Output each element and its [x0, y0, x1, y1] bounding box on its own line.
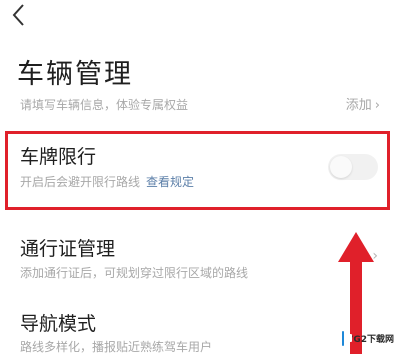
plate-limit-description: 开启后会避开限行路线 查看规定	[20, 173, 194, 190]
vehicle-info-hint: 请填写车辆信息，体验专属权益	[20, 98, 189, 112]
navigation-mode-description: 路线多样化，播报贴近熟练驾车用户	[20, 340, 213, 354]
view-rules-link[interactable]: 查看规定	[146, 175, 194, 189]
chevron-right-icon: ›	[374, 98, 380, 113]
add-vehicle-label[interactable]: 添加	[346, 98, 372, 113]
plate-limit-description-text: 开启后会避开限行路线	[20, 175, 141, 189]
watermark-text: 7G2下载网	[347, 334, 394, 345]
add-vehicle-link[interactable]: 添加 ›	[346, 94, 380, 113]
toggle-knob	[330, 156, 352, 178]
plate-limit-title: 车牌限行	[20, 146, 97, 168]
back-chevron-icon[interactable]	[10, 2, 28, 28]
plate-limit-toggle[interactable]	[328, 154, 378, 180]
navigation-mode-title[interactable]: 导航模式	[20, 309, 96, 336]
pass-management-title[interactable]: 通行证管理	[20, 234, 115, 261]
watermark: 7G2下载网	[342, 328, 394, 348]
pass-management-description: 添加通行证后，可规划穿过限行区域的路线	[20, 266, 249, 280]
page-title: 车辆管理	[17, 59, 133, 90]
watermark-logo-icon	[342, 330, 353, 346]
